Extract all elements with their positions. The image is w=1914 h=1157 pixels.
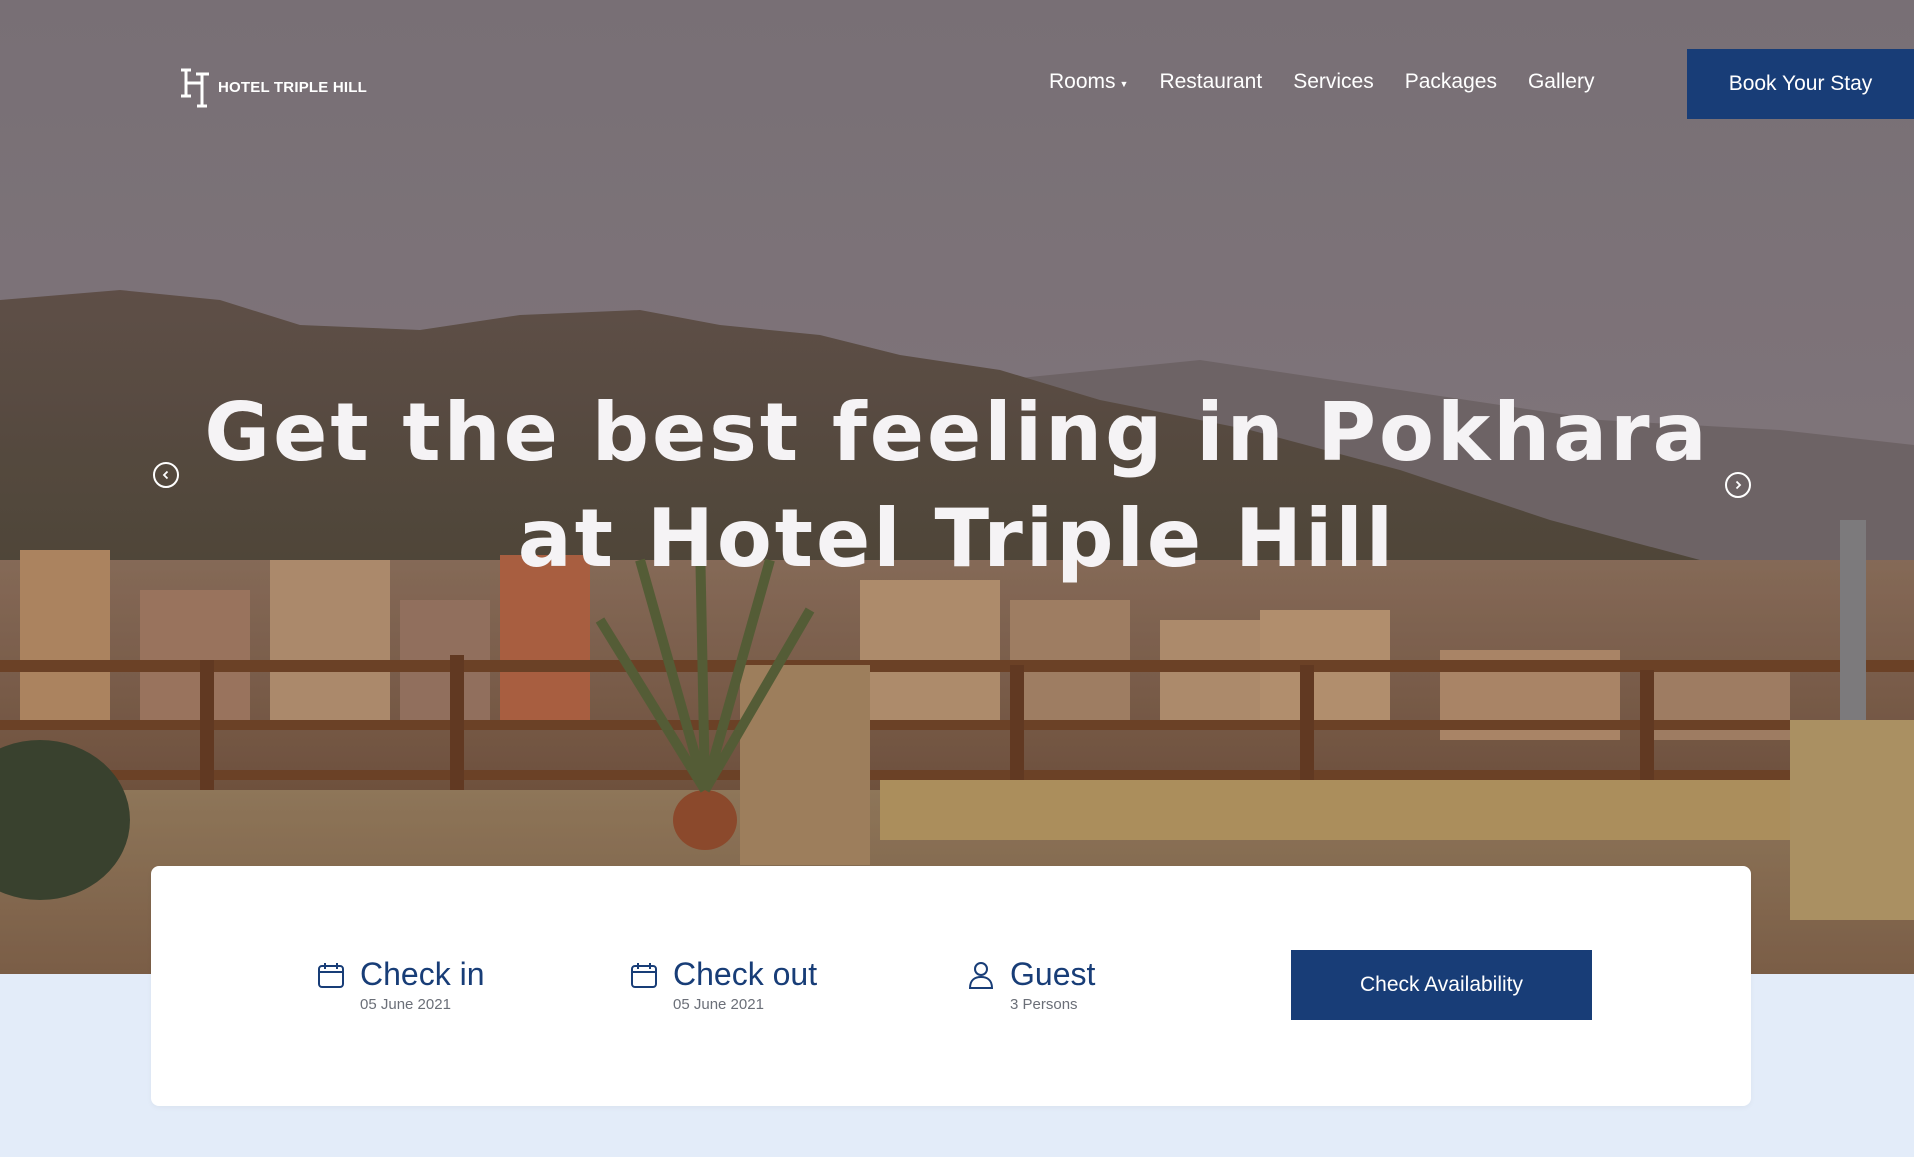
checkout-date: 05 June 2021 bbox=[673, 996, 764, 1013]
checkout-field[interactable]: Check out 05 June 2021 bbox=[629, 956, 817, 1013]
nav-restaurant-label: Restaurant bbox=[1159, 70, 1263, 93]
check-availability-button[interactable]: Check Availability bbox=[1291, 950, 1592, 1020]
user-icon bbox=[968, 962, 994, 989]
guest-count: 3 Persons bbox=[1010, 996, 1078, 1013]
nav-packages[interactable]: Packages bbox=[1405, 70, 1497, 94]
hotel-monogram-icon bbox=[181, 68, 209, 108]
hero-headline: Get the best feeling in Pokhara at Hotel… bbox=[0, 380, 1914, 592]
carousel-next-button[interactable] bbox=[1725, 472, 1751, 498]
calendar-icon bbox=[631, 963, 657, 988]
nav-services[interactable]: Services bbox=[1293, 70, 1374, 94]
hotel-name: HOTEL TRIPLE HILL bbox=[218, 78, 367, 96]
checkin-title: Check in bbox=[360, 956, 485, 992]
checkin-date: 05 June 2021 bbox=[360, 996, 451, 1013]
nav-restaurant[interactable]: Restaurant bbox=[1159, 70, 1262, 94]
chevron-right-icon bbox=[1735, 480, 1742, 490]
nav-services-label: Services bbox=[1293, 70, 1374, 93]
calendar-icon bbox=[318, 963, 344, 988]
nav-rooms-label: Rooms bbox=[1049, 70, 1116, 93]
guest-title: Guest bbox=[1010, 956, 1096, 992]
book-your-stay-button[interactable]: Book Your Stay bbox=[1687, 49, 1914, 119]
headline-line-2: at Hotel Triple Hill bbox=[517, 492, 1397, 585]
caret-down-icon: ▼ bbox=[1119, 79, 1129, 89]
nav-gallery-label: Gallery bbox=[1527, 70, 1595, 93]
headline-line-1: Get the best feeling in Pokhara bbox=[204, 386, 1710, 479]
checkin-field[interactable]: Check in 05 June 2021 bbox=[316, 956, 485, 1013]
nav-packages-label: Packages bbox=[1404, 70, 1497, 93]
main-navigation: Rooms ▼ Restaurant Services Packages Gal… bbox=[1049, 70, 1594, 94]
carousel-prev-button[interactable] bbox=[153, 462, 179, 488]
checkout-title: Check out bbox=[673, 956, 818, 992]
nav-rooms[interactable]: Rooms ▼ bbox=[1049, 70, 1128, 94]
chevron-left-icon bbox=[162, 470, 169, 480]
hotel-logo[interactable]: HOTEL TRIPLE HILL bbox=[178, 66, 367, 108]
booking-widget: Check in 05 June 2021 Check out 05 June … bbox=[151, 866, 1751, 1106]
nav-gallery[interactable]: Gallery bbox=[1528, 70, 1595, 94]
guest-field[interactable]: Guest 3 Persons bbox=[966, 956, 1095, 1013]
